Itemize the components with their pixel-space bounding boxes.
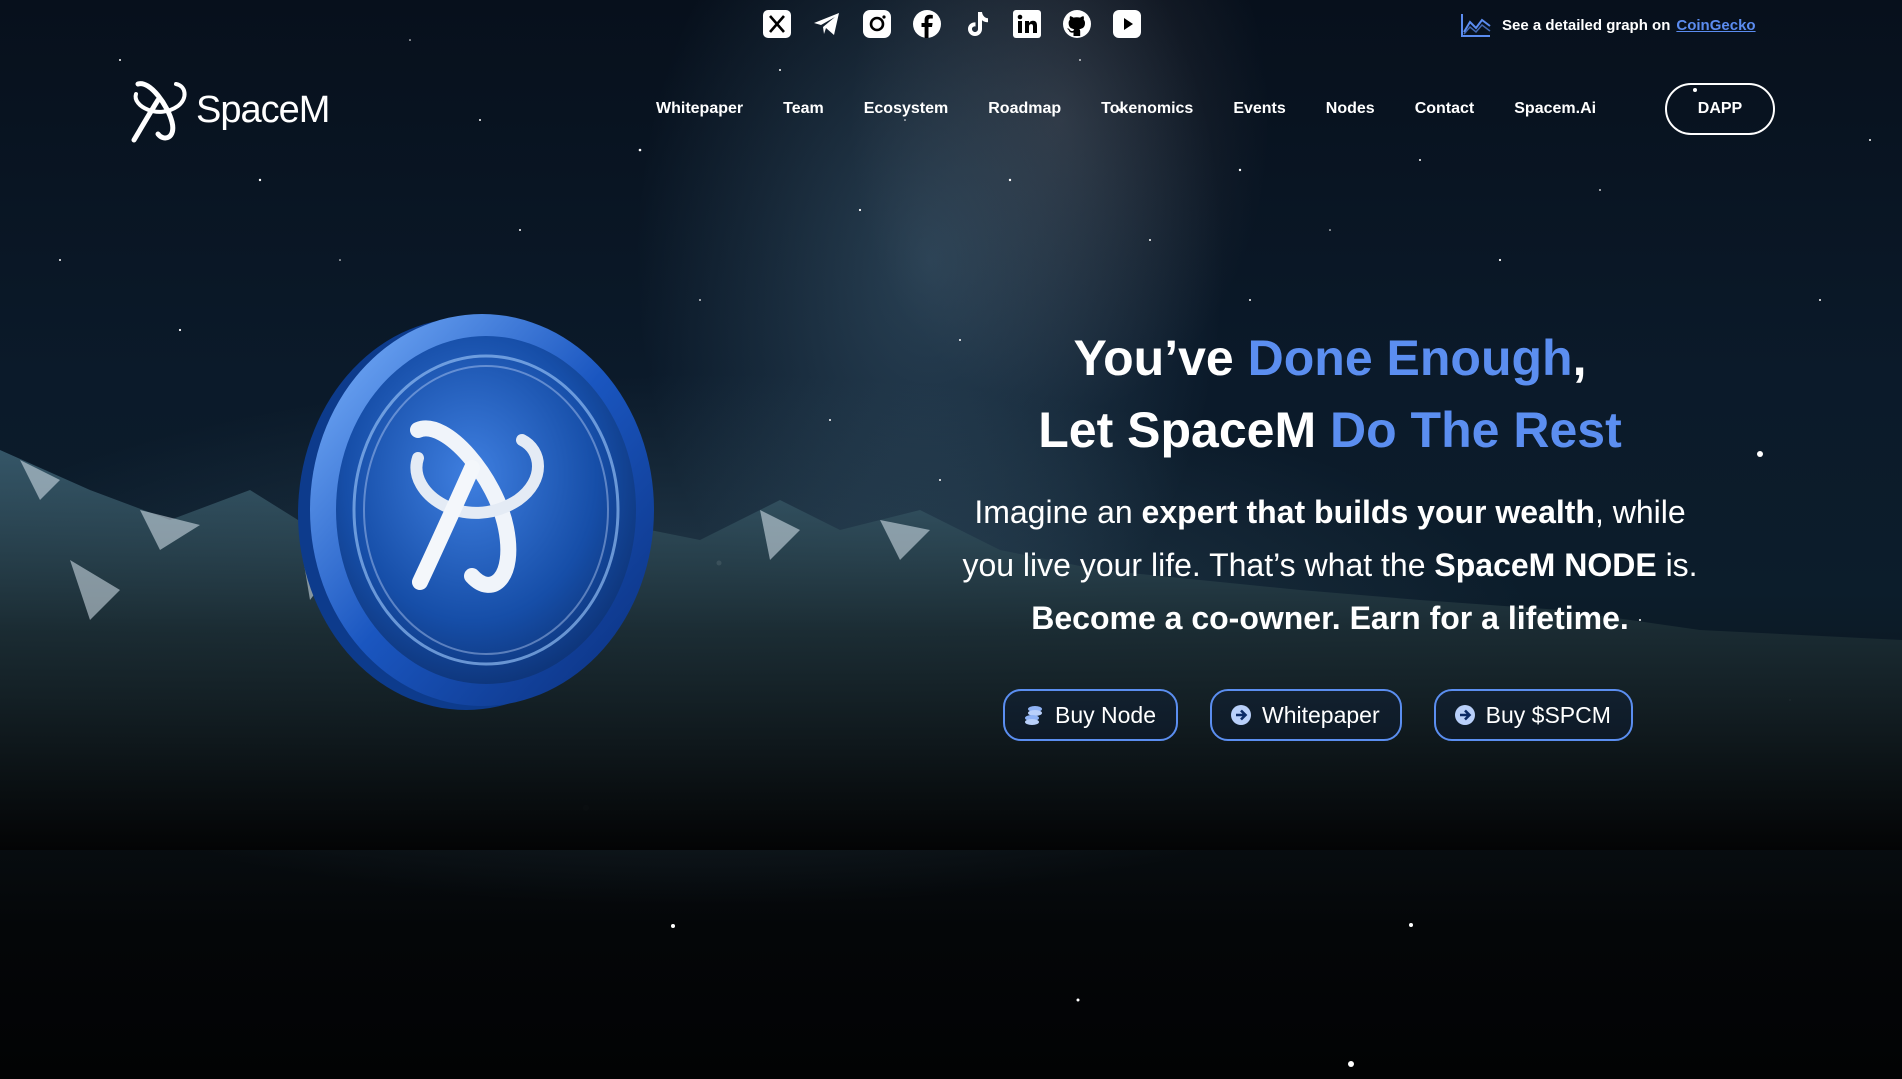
x-icon[interactable] bbox=[762, 9, 792, 39]
buy-spcm-button[interactable]: Buy $SPCM bbox=[1433, 689, 1633, 741]
headline-accent: Do The Rest bbox=[1330, 402, 1622, 458]
headline-part: , bbox=[1572, 330, 1587, 386]
instagram-icon[interactable] bbox=[862, 9, 892, 39]
spacem-logo-icon bbox=[131, 81, 187, 143]
social-links bbox=[762, 9, 1142, 39]
github-icon[interactable] bbox=[1062, 9, 1092, 39]
whitepaper-button[interactable]: Whitepaper bbox=[1210, 689, 1402, 741]
headline-part: Let SpaceM bbox=[1038, 402, 1331, 458]
linkedin-icon[interactable] bbox=[1012, 9, 1042, 39]
nav-team[interactable]: Team bbox=[783, 100, 824, 118]
nav-spacem-ai[interactable]: Spacem.Ai bbox=[1514, 100, 1596, 118]
chart-icon bbox=[1461, 14, 1491, 37]
subtitle-bold: expert that builds your wealth bbox=[1141, 494, 1595, 530]
subtitle-part: Imagine an bbox=[974, 494, 1142, 530]
nav-contact[interactable]: Contact bbox=[1415, 100, 1475, 118]
youtube-icon[interactable] bbox=[1112, 9, 1142, 39]
buy-node-label: Buy Node bbox=[1055, 701, 1157, 728]
hero-subtitle: Imagine an expert that builds your wealt… bbox=[880, 486, 1780, 645]
buy-spcm-label: Buy $SPCM bbox=[1485, 701, 1611, 728]
nav-roadmap[interactable]: Roadmap bbox=[988, 100, 1061, 118]
whitepaper-label: Whitepaper bbox=[1262, 701, 1380, 728]
brand-name: SpaceM bbox=[196, 88, 330, 131]
dapp-button[interactable]: DAPP bbox=[1665, 83, 1775, 135]
graph-link-prefix: See a detailed graph on bbox=[1502, 16, 1671, 34]
subtitle-part: you live your life. That’s what the bbox=[962, 547, 1435, 583]
subtitle-part: , while bbox=[1594, 494, 1686, 530]
cta-buttons: Buy Node Whitepaper Buy $SPCM bbox=[1003, 689, 1633, 741]
subtitle-part: is. bbox=[1656, 547, 1698, 583]
buy-node-button[interactable]: Buy Node bbox=[1003, 689, 1179, 741]
headline-part: You’ve bbox=[1073, 330, 1248, 386]
main-nav: Whitepaper Team Ecosystem Roadmap Tokeno… bbox=[656, 100, 1596, 118]
arrow-circle-icon bbox=[1230, 704, 1252, 726]
coingecko-graph-link: See a detailed graph on CoinGecko bbox=[1460, 12, 1756, 38]
nav-ecosystem[interactable]: Ecosystem bbox=[864, 100, 949, 118]
hero-section: You’ve Done Enough, Let SpaceM Do The Re… bbox=[880, 322, 1780, 645]
hero-headline: You’ve Done Enough, Let SpaceM Do The Re… bbox=[880, 322, 1780, 466]
nav-whitepaper[interactable]: Whitepaper bbox=[656, 100, 743, 118]
facebook-icon[interactable] bbox=[912, 9, 942, 39]
brand-logo[interactable]: SpaceM bbox=[128, 76, 330, 144]
tiktok-icon[interactable] bbox=[962, 9, 992, 39]
subtitle-bold: Become a co-owner. Earn for a lifetime. bbox=[1031, 600, 1629, 636]
arrow-circle-icon bbox=[1454, 704, 1476, 726]
coingecko-link[interactable]: CoinGecko bbox=[1676, 17, 1755, 34]
spacem-coin-image bbox=[298, 314, 654, 710]
nav-nodes[interactable]: Nodes bbox=[1326, 100, 1375, 118]
headline-accent: Done Enough bbox=[1247, 330, 1573, 386]
nav-tokenomics[interactable]: Tokenomics bbox=[1101, 100, 1193, 118]
coins-icon bbox=[1023, 704, 1045, 726]
subtitle-bold: SpaceM NODE bbox=[1434, 547, 1657, 583]
telegram-icon[interactable] bbox=[812, 9, 842, 39]
nav-events[interactable]: Events bbox=[1233, 100, 1285, 118]
